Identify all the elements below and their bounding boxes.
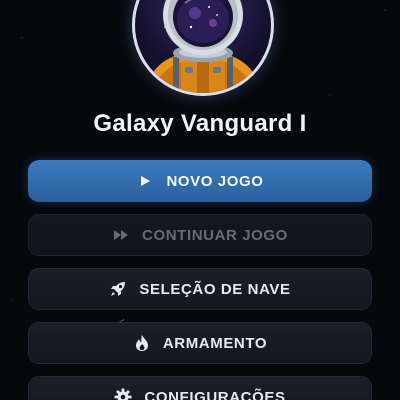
settings-button[interactable]: CONFIGURAÇÕES [28, 376, 372, 400]
new-game-label: NOVO JOGO [166, 172, 264, 190]
game-title: Galaxy Vanguard I [93, 110, 307, 137]
flame-icon [133, 334, 151, 352]
play-icon [136, 172, 154, 190]
rocket-icon [109, 280, 127, 298]
astronaut-avatar [132, 0, 274, 96]
ship-selection-button[interactable]: SELEÇÃO DE NAVE [28, 268, 372, 310]
gear-icon [114, 388, 132, 400]
continue-game-label: CONTINUAR JOGO [142, 226, 288, 244]
armament-label: ARMAMENTO [162, 334, 268, 352]
armament-button[interactable]: ARMAMENTO [28, 322, 372, 364]
fast-forward-icon [112, 226, 130, 244]
new-game-button[interactable]: NOVO JOGO [28, 160, 372, 202]
ship-selection-label: SELEÇÃO DE NAVE [139, 280, 291, 298]
settings-label: CONFIGURAÇÕES [144, 388, 286, 400]
continue-game-button[interactable]: CONTINUAR JOGO [28, 214, 372, 256]
